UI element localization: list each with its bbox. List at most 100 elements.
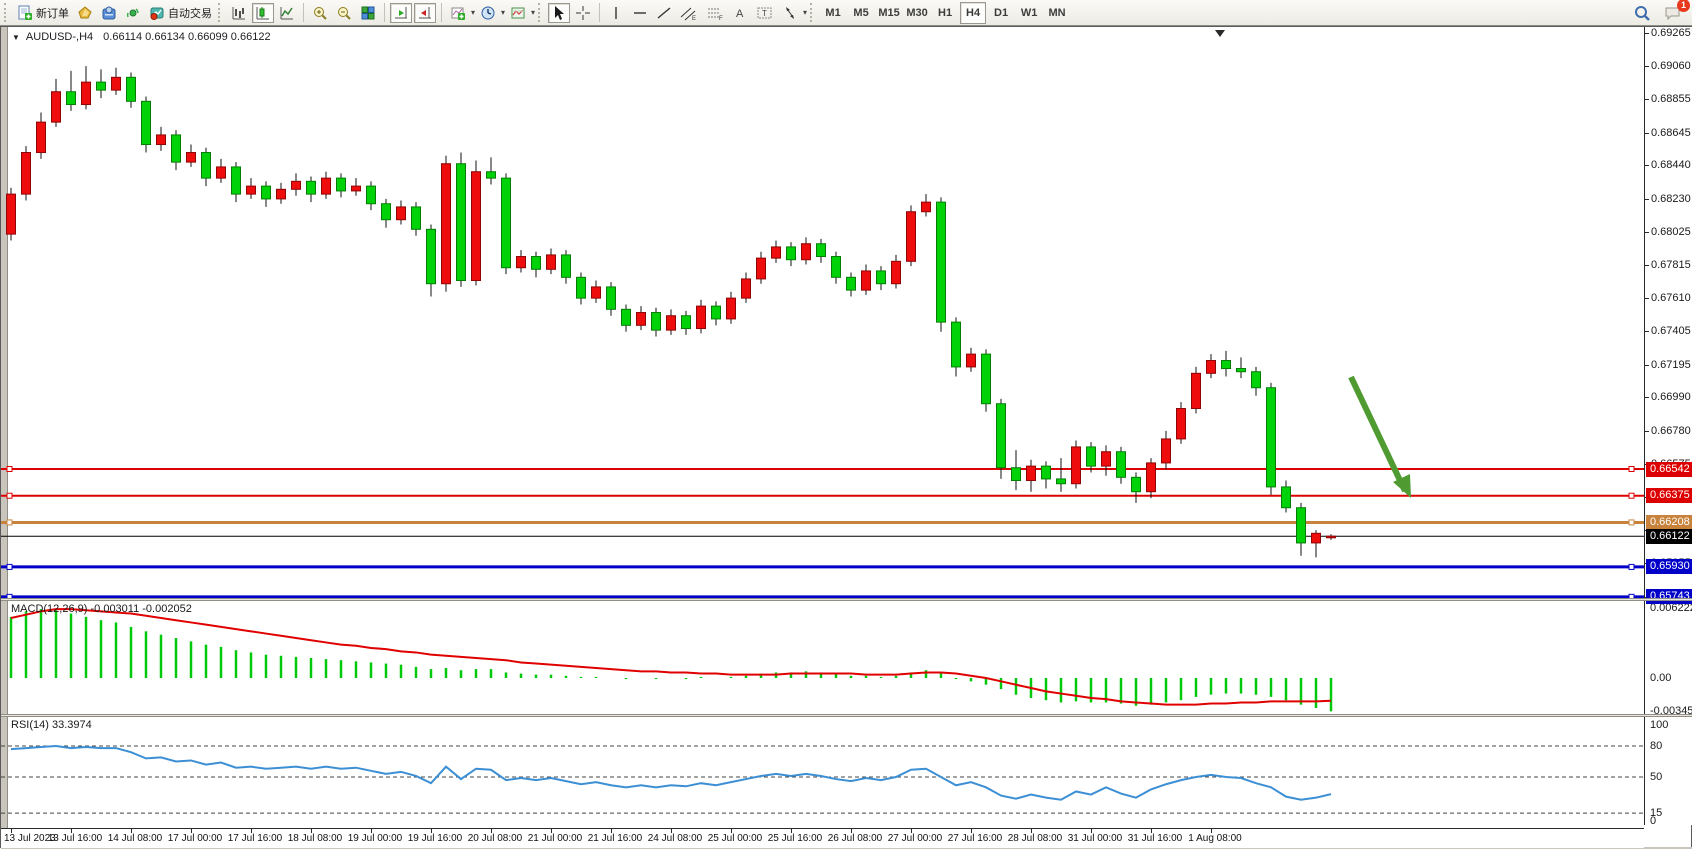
signals-button[interactable]: [122, 3, 144, 23]
price-badge-0.65743: 0.65743: [1646, 589, 1692, 604]
search-button[interactable]: [1630, 3, 1654, 23]
new-order-button[interactable]: 新订单: [14, 3, 72, 23]
trend-arrow-shaft[interactable]: [1351, 377, 1405, 491]
date-label: 24 Jul 08:00: [648, 833, 703, 844]
crosshair-icon: [575, 5, 591, 21]
toolbar-grip[interactable]: [4, 3, 9, 22]
zoom-out-button[interactable]: [333, 3, 355, 23]
arrows-dropdown-caret[interactable]: ▾: [803, 8, 807, 17]
data-window-button[interactable]: [98, 3, 120, 23]
candle-body: [1042, 466, 1051, 479]
market-watch-button[interactable]: [74, 3, 96, 23]
toolbar-grip[interactable]: [538, 3, 543, 22]
templates-button[interactable]: [507, 3, 529, 23]
date-label: 21 Jul 16:00: [588, 833, 643, 844]
zoom-in-button[interactable]: [309, 3, 331, 23]
rsi-panel[interactable]: [1, 717, 1644, 828]
price-tick: 0.66780: [1651, 425, 1691, 437]
crosshair-button[interactable]: [572, 3, 594, 23]
clock-icon: [480, 5, 496, 21]
vertical-line-button[interactable]: [605, 3, 627, 23]
line-chart-icon: [279, 5, 295, 21]
chart-dropdown-caret[interactable]: ▼: [12, 33, 20, 42]
candle-body: [1312, 533, 1321, 543]
candle-body: [922, 202, 931, 212]
hline-handle[interactable]: [7, 467, 12, 472]
hline-handle[interactable]: [1629, 520, 1634, 525]
indicators-dropdown-caret[interactable]: ▾: [471, 8, 475, 17]
timeframe-w1[interactable]: W1: [1016, 2, 1042, 24]
timeframe-m30[interactable]: M30: [904, 2, 930, 24]
price-tick: 0.69265: [1651, 27, 1691, 39]
panel-splitter[interactable]: [1, 598, 1692, 601]
hline-handle[interactable]: [1629, 467, 1634, 472]
equidistant-channel-button[interactable]: E: [677, 3, 701, 23]
candle-body: [517, 257, 526, 268]
hline-handle[interactable]: [7, 564, 12, 569]
new-order-icon: [17, 5, 33, 21]
timeframe-m5[interactable]: M5: [848, 2, 874, 24]
tile-windows-button[interactable]: [357, 3, 379, 23]
data-window-icon: [101, 5, 117, 21]
hline-handle[interactable]: [1629, 564, 1634, 569]
periods-dropdown-caret[interactable]: ▾: [501, 8, 505, 17]
timeframe-m1[interactable]: M1: [820, 2, 846, 24]
candle-body: [787, 247, 796, 260]
periods-button[interactable]: [477, 3, 499, 23]
chart-shift-marker[interactable]: [1215, 30, 1225, 37]
svg-text:T: T: [762, 9, 767, 18]
date-label: 21 Jul 00:00: [528, 833, 583, 844]
bar-chart-button[interactable]: [228, 3, 250, 23]
candle-body: [1222, 361, 1231, 369]
candle-body: [127, 77, 136, 101]
text-button[interactable]: A: [729, 3, 751, 23]
text-label-button[interactable]: T: [753, 3, 777, 23]
candle-body: [37, 122, 46, 152]
timeframe-h4[interactable]: H4: [960, 2, 986, 24]
timeframe-mn[interactable]: MN: [1044, 2, 1070, 24]
timeframe-d1[interactable]: D1: [988, 2, 1014, 24]
templates-dropdown-caret[interactable]: ▾: [531, 8, 535, 17]
hline-handle[interactable]: [1629, 493, 1634, 498]
timeframe-h1[interactable]: H1: [932, 2, 958, 24]
candle-body: [352, 186, 361, 191]
line-chart-button[interactable]: [276, 3, 298, 23]
date-label: 17 Jul 16:00: [228, 833, 283, 844]
autotrading-button[interactable]: 自动交易: [146, 3, 215, 23]
rsi-scale-0: 0: [1650, 815, 1656, 827]
toolbar-grip[interactable]: [810, 3, 815, 22]
main-chart[interactable]: [1, 45, 1644, 598]
price-tick: 0.68230: [1651, 193, 1691, 205]
horizontal-line-button[interactable]: [629, 3, 651, 23]
candle-body: [562, 255, 571, 277]
panel-splitter[interactable]: [1, 714, 1692, 717]
candle-body: [697, 306, 706, 328]
fibonacci-button[interactable]: F: [703, 3, 727, 23]
candle-body: [1237, 369, 1246, 372]
cursor-button[interactable]: [548, 3, 570, 23]
date-label: 25 Jul 16:00: [768, 833, 823, 844]
templates-icon: [510, 5, 526, 21]
auto-scroll-button[interactable]: [390, 3, 412, 23]
candle-body: [862, 271, 871, 290]
candle-body: [757, 258, 766, 279]
indicators-button[interactable]: [447, 3, 469, 23]
candle-body: [967, 354, 976, 367]
chart-shift-button[interactable]: [414, 3, 436, 23]
hline-handle[interactable]: [7, 520, 12, 525]
arrows-button[interactable]: [779, 3, 801, 23]
candlestick-chart-button[interactable]: [252, 3, 274, 23]
trendline-button[interactable]: [653, 3, 675, 23]
notifications-button[interactable]: 1: [1661, 3, 1685, 23]
timeframe-m15[interactable]: M15: [876, 2, 902, 24]
price-axis[interactable]: 0.006222 0.00 -0.003451 0.692650.690600.…: [1644, 27, 1692, 825]
date-label: 19 Jul 16:00: [408, 833, 463, 844]
chart-window: ▼ AUDUSD-,H4 0.66114 0.66134 0.66099 0.6…: [0, 26, 1692, 848]
date-label: 31 Jul 00:00: [1068, 833, 1123, 844]
toolbar-grip[interactable]: [218, 3, 223, 22]
equidistant-channel-icon: E: [680, 5, 698, 21]
macd-panel[interactable]: [1, 601, 1644, 714]
hline-handle[interactable]: [7, 493, 12, 498]
date-axis[interactable]: 13 Jul 202313 Jul 16:0014 Jul 08:0017 Ju…: [1, 828, 1644, 848]
date-label: 26 Jul 08:00: [828, 833, 883, 844]
